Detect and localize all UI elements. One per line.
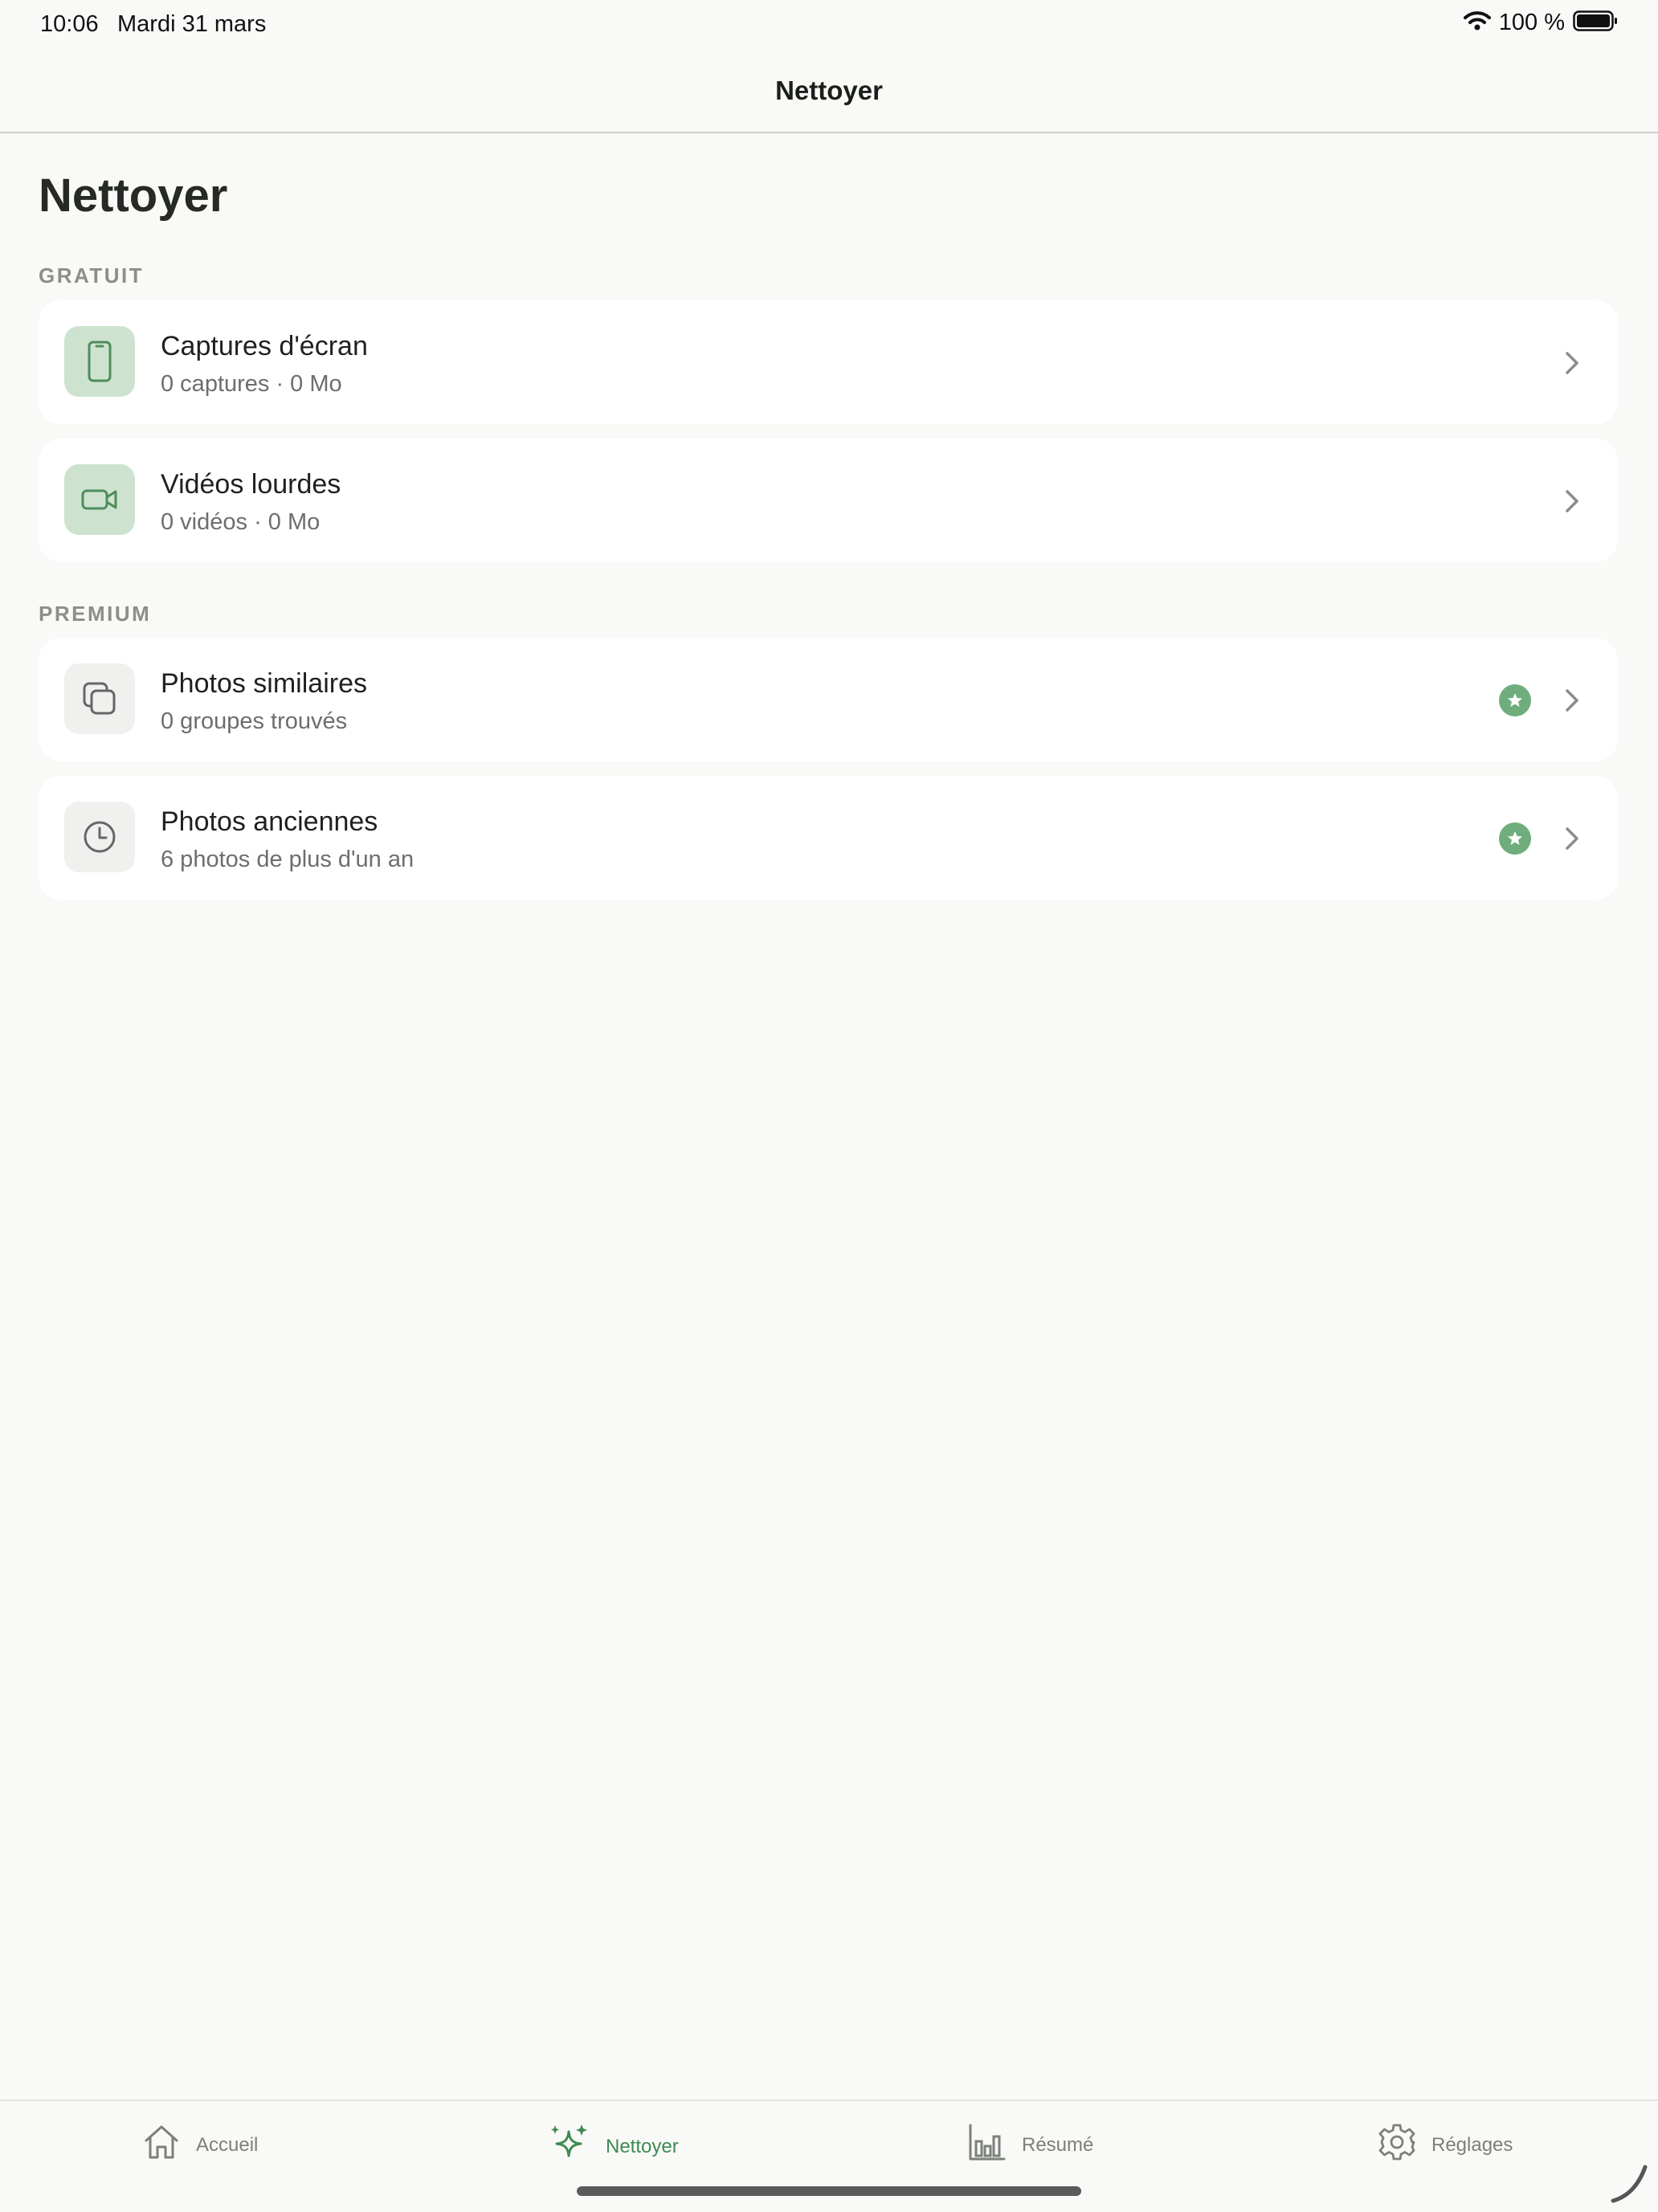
resize-handle-icon[interactable] <box>1607 2161 1652 2210</box>
page-title: Nettoyer <box>39 169 228 222</box>
star-icon <box>1499 822 1531 855</box>
tab-reglages[interactable]: Réglages <box>1377 2122 1513 2168</box>
gear-icon <box>1377 2122 1417 2168</box>
tab-label: Réglages <box>1431 2133 1513 2156</box>
home-indicator[interactable] <box>577 2186 1081 2196</box>
section-header-premium: PREMIUM <box>39 602 152 626</box>
star-icon <box>1499 684 1531 716</box>
video-camera-icon <box>64 464 135 535</box>
item-title: Photos similaires <box>161 668 367 699</box>
home-icon <box>141 2122 182 2168</box>
chevron-right-icon <box>1555 485 1587 517</box>
item-title: Vidéos lourdes <box>161 469 341 500</box>
status-date: Mardi 31 mars <box>117 11 267 37</box>
cleanup-item-old-photos[interactable]: Photos anciennes 6 photos de plus d'un a… <box>39 776 1618 900</box>
tab-accueil[interactable]: Accueil <box>141 2122 258 2168</box>
battery-percentage: 100 % <box>1498 10 1565 35</box>
cleanup-item-heavy-videos[interactable]: Vidéos lourdes 0 vidéos · 0 Mo <box>39 439 1618 562</box>
cleanup-item-similar-photos[interactable]: Photos similaires 0 groupes trouvés <box>39 638 1618 761</box>
stacked-photos-icon <box>64 663 135 734</box>
item-subtitle: 0 groupes trouvés <box>161 708 348 734</box>
chevron-right-icon <box>1555 822 1587 855</box>
item-title: Captures d'écran <box>161 331 368 361</box>
item-subtitle: 0 vidéos · 0 Mo <box>161 509 321 535</box>
cleanup-item-screenshots[interactable]: Captures d'écran 0 captures · 0 Mo <box>39 300 1618 424</box>
bar-chart-icon <box>967 2122 1007 2168</box>
nav-title: Nettoyer <box>775 76 883 105</box>
battery-icon <box>1573 10 1618 36</box>
chevron-right-icon <box>1555 347 1587 379</box>
tab-label: Résumé <box>1022 2133 1094 2156</box>
wifi-icon <box>1463 10 1491 35</box>
status-indicators: 100 % <box>1463 10 1618 36</box>
item-subtitle: 0 captures · 0 Mo <box>161 371 342 397</box>
item-title: Photos anciennes <box>161 806 378 837</box>
navigation-bar: Nettoyer <box>0 51 1658 133</box>
sparkles-icon <box>548 2122 591 2171</box>
status-bar: 10:06 Mardi 31 mars 100 % <box>0 0 1658 51</box>
chevron-right-icon <box>1555 684 1587 716</box>
tab-label: Accueil <box>196 2133 259 2156</box>
status-time: 10:06 <box>40 11 99 37</box>
item-subtitle: 6 photos de plus d'un an <box>161 847 414 872</box>
clock-icon <box>64 802 135 872</box>
tab-resume[interactable]: Résumé <box>967 2122 1093 2168</box>
phone-icon <box>64 326 135 397</box>
tab-label: Nettoyer <box>606 2135 679 2157</box>
tab-nettoyer[interactable]: Nettoyer <box>548 2122 679 2171</box>
section-header-free: GRATUIT <box>39 263 145 288</box>
